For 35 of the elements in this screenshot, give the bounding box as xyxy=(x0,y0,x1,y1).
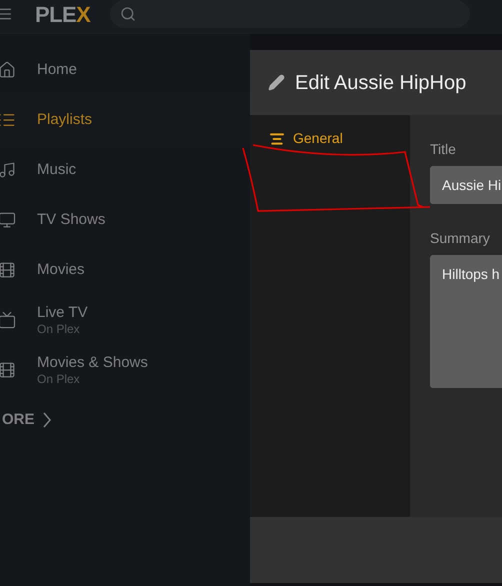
sidebar-label: Music xyxy=(37,161,76,179)
film-icon xyxy=(0,361,16,379)
film-icon xyxy=(0,261,16,279)
title-field[interactable]: Aussie Hi xyxy=(430,166,502,204)
sidebar-label: Home xyxy=(37,61,78,79)
sidebar-item[interactable]: Home xyxy=(0,45,250,95)
search-icon xyxy=(120,6,136,22)
pencil-icon xyxy=(268,74,285,91)
sidebar-sublabel: On Plex xyxy=(37,322,81,336)
sidebar-item[interactable]: Movies & Shows On Plex xyxy=(0,345,250,395)
sidebar-item[interactable]: Movies xyxy=(0,245,250,295)
lines-icon xyxy=(269,130,285,146)
search-field[interactable] xyxy=(110,0,470,28)
tv-icon xyxy=(0,311,16,329)
sidebar-label: Playlists xyxy=(37,111,92,129)
summary-field[interactable]: Hilltops h xyxy=(430,255,502,388)
dialog-title: Edit Aussie HipHop xyxy=(295,70,466,96)
house-icon xyxy=(0,61,16,79)
sidebar-sublabel: On Plex xyxy=(37,372,81,386)
logo[interactable]: PLEX xyxy=(35,0,90,30)
sidebar-label: TV Shows xyxy=(37,211,106,229)
sidebar-item[interactable]: TV Shows xyxy=(0,195,250,245)
field-label: Title xyxy=(430,140,457,159)
more-button[interactable]: ORE xyxy=(2,395,250,445)
sidebar-label: Live TV xyxy=(37,304,88,322)
dialog-tab[interactable]: General xyxy=(269,128,410,149)
sidebar-item[interactable]: Music xyxy=(0,145,250,195)
field-label: Summary xyxy=(430,229,491,248)
monitor-icon xyxy=(0,211,16,229)
menu-icon[interactable] xyxy=(0,6,13,22)
chevron-right-icon xyxy=(42,412,51,428)
sidebar-item[interactable]: Live TV On Plex xyxy=(0,295,250,345)
sidebar-label: Movies xyxy=(37,261,85,279)
sidebar-label: Movies & Shows xyxy=(37,354,148,372)
music-note-icon xyxy=(0,161,16,179)
